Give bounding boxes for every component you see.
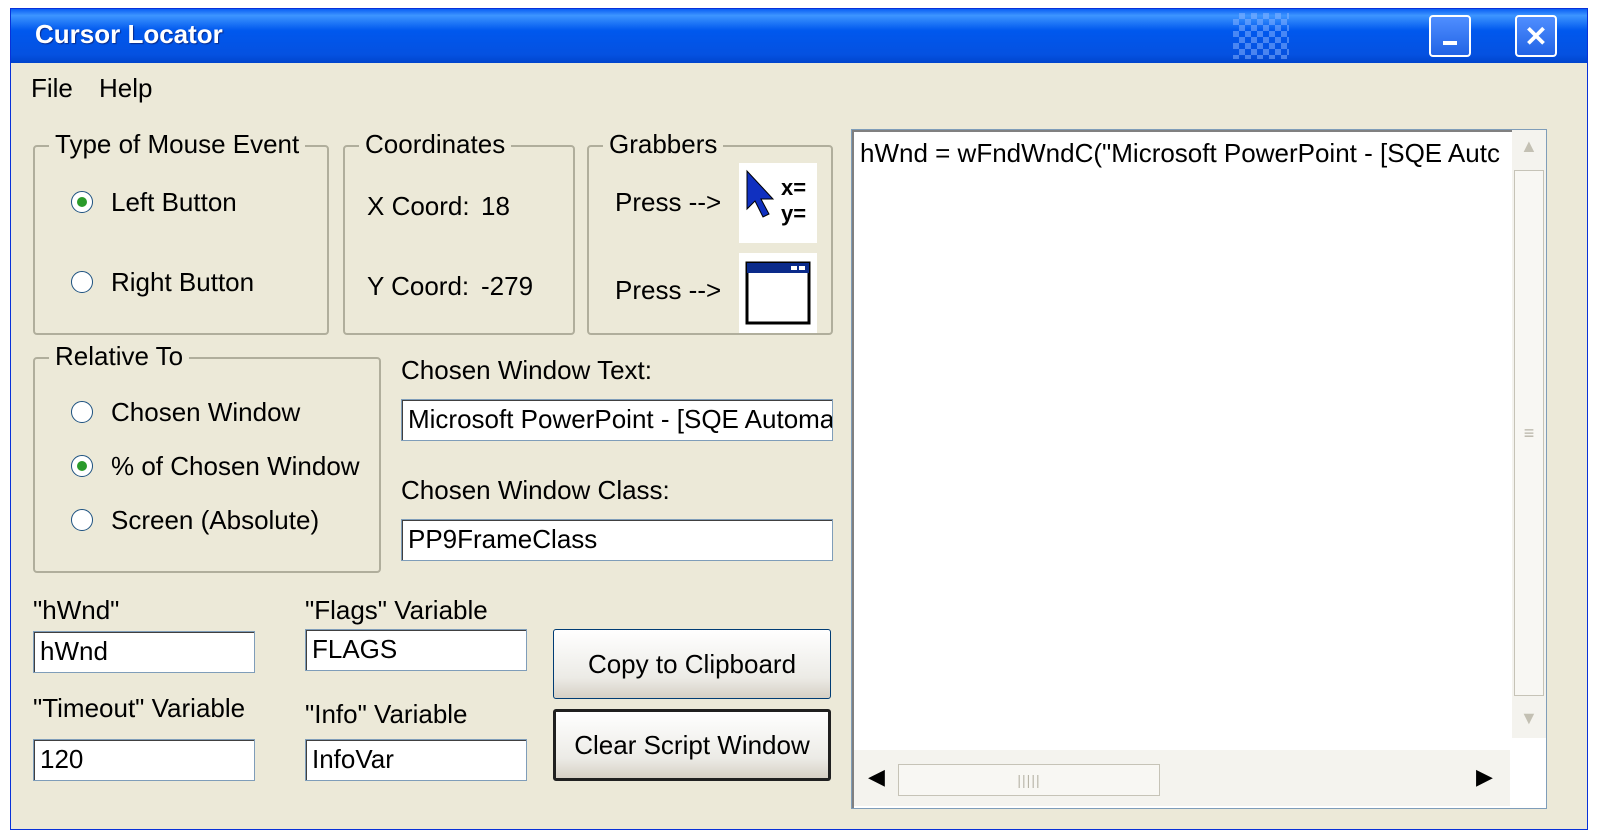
window-title: Cursor Locator xyxy=(35,19,223,49)
info-field[interactable]: InfoVar xyxy=(305,739,527,781)
grip-icon: ||||| xyxy=(1017,772,1041,788)
screen-absolute-radio[interactable] xyxy=(71,509,93,531)
left-button-radio[interactable] xyxy=(71,191,93,213)
copy-to-clipboard-button[interactable]: Copy to Clipboard xyxy=(553,629,831,699)
chosen-window-radio[interactable] xyxy=(71,401,93,423)
mouse-event-legend: Type of Mouse Event xyxy=(49,129,306,160)
relative-to-group: Relative To Chosen Window % of Chosen Wi… xyxy=(33,341,381,573)
y-coord-value: -279 xyxy=(481,271,534,301)
mouse-event-group: Type of Mouse Event Left Button Right Bu… xyxy=(33,129,329,335)
screen-absolute-label[interactable]: Screen (Absolute) xyxy=(111,505,319,536)
title-bar[interactable]: Cursor Locator ✕ xyxy=(11,9,1587,63)
title-decoration-icon xyxy=(1233,13,1289,59)
minimize-button[interactable] xyxy=(1429,15,1471,57)
percent-chosen-window-radio[interactable] xyxy=(71,455,93,477)
chosen-window-text-label: Chosen Window Text: xyxy=(401,355,652,385)
hwnd-label: "hWnd" xyxy=(33,595,120,625)
minimize-icon xyxy=(1443,41,1457,45)
chosen-window-label[interactable]: Chosen Window xyxy=(111,397,300,428)
scroll-left-arrow-icon[interactable]: ◀ xyxy=(868,764,885,790)
horizontal-scrollbar[interactable]: ◀ ||||| ▶ xyxy=(854,750,1510,806)
grabbers-group: Grabbers Press --> x= y= Press --> xyxy=(587,129,833,335)
hwnd-field[interactable]: hWnd xyxy=(33,631,255,673)
scroll-down-arrow-icon[interactable]: ▼ xyxy=(1520,708,1538,729)
close-button[interactable]: ✕ xyxy=(1515,15,1557,57)
chosen-window-text-field[interactable]: Microsoft PowerPoint - [SQE Automa xyxy=(401,399,833,441)
window-grabber-button[interactable] xyxy=(739,253,817,333)
cursor-locator-window: Cursor Locator ✕ File Help Type of Mouse… xyxy=(10,8,1588,830)
chosen-window-class-label: Chosen Window Class: xyxy=(401,475,670,505)
grabbers-legend: Grabbers xyxy=(603,129,724,160)
percent-chosen-window-label[interactable]: % of Chosen Window xyxy=(111,451,360,482)
close-icon: ✕ xyxy=(1524,20,1548,52)
flags-label: "Flags" Variable xyxy=(305,595,488,625)
coordinates-group: Coordinates X Coord: 18 Y Coord: -279 xyxy=(343,129,575,335)
scroll-right-arrow-icon[interactable]: ▶ xyxy=(1476,764,1493,790)
press-label-coords: Press --> xyxy=(615,187,722,217)
y-glyph: y= xyxy=(781,201,806,226)
scroll-up-arrow-icon[interactable]: ▲ xyxy=(1520,136,1538,157)
flags-field[interactable]: FLAGS xyxy=(305,629,527,671)
press-label-window: Press --> xyxy=(615,275,722,305)
right-button-label[interactable]: Right Button xyxy=(111,267,254,298)
menu-bar: File Help xyxy=(11,63,1587,111)
menu-help[interactable]: Help xyxy=(99,73,152,104)
x-coord-label: X Coord: xyxy=(367,191,470,221)
chosen-window-class-field[interactable]: PP9FrameClass xyxy=(401,519,833,561)
script-line: hWnd = wFndWndC("Microsoft PowerPoint - … xyxy=(860,138,1500,168)
timeout-field[interactable]: 120 xyxy=(33,739,255,781)
x-glyph: x= xyxy=(781,175,806,200)
horizontal-scroll-thumb[interactable]: ||||| xyxy=(898,764,1160,796)
coordinate-grabber-button[interactable]: x= y= xyxy=(739,163,817,243)
left-button-label[interactable]: Left Button xyxy=(111,187,237,218)
cursor-xy-icon: x= y= xyxy=(746,169,806,226)
grip-icon: ≡ xyxy=(1523,422,1535,443)
menu-file[interactable]: File xyxy=(31,73,73,104)
timeout-label: "Timeout" Variable xyxy=(33,693,246,723)
relative-to-legend: Relative To xyxy=(49,341,190,372)
vertical-scroll-thumb[interactable]: ≡ xyxy=(1514,170,1544,696)
vertical-scrollbar[interactable]: ▲ ≡ ▼ xyxy=(1512,130,1546,738)
right-button-radio[interactable] xyxy=(71,271,93,293)
window-icon xyxy=(745,261,811,325)
script-text-area[interactable]: hWnd = wFndWndC("Microsoft PowerPoint - … xyxy=(851,129,1547,809)
y-coord-label: Y Coord: xyxy=(367,271,470,301)
x-coord-value: 18 xyxy=(481,191,510,221)
coordinates-legend: Coordinates xyxy=(359,129,512,160)
clear-script-window-button[interactable]: Clear Script Window xyxy=(553,709,831,781)
info-label: "Info" Variable xyxy=(305,699,468,729)
